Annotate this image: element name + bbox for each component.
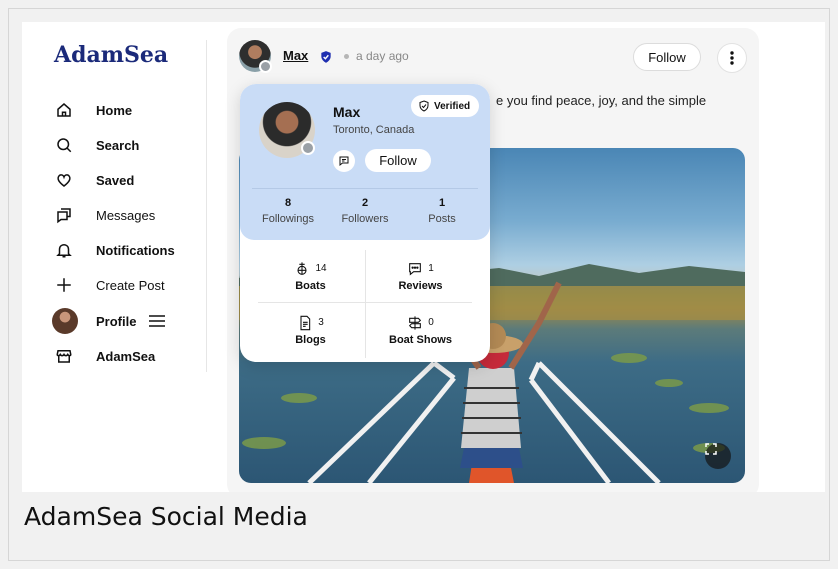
grid-label: Boat Shows	[389, 333, 452, 346]
verified-badge: Verified	[411, 95, 480, 117]
sidebar-item-label: Notifications	[96, 242, 175, 258]
stat-followings[interactable]: 8 Followings	[248, 197, 328, 225]
profile-follow-button[interactable]: Follow	[365, 149, 431, 172]
grid-label: Boats	[295, 279, 326, 292]
verified-shield-icon	[418, 100, 434, 112]
grid-count: 3	[318, 317, 324, 328]
sidebar-item-search[interactable]: Search	[52, 133, 139, 157]
post-timestamp: a day ago	[356, 49, 409, 63]
grid-boats[interactable]: 14 Boats	[256, 250, 365, 302]
verified-icon	[319, 49, 333, 63]
plus-icon	[52, 273, 76, 297]
post-text: e you find peace, joy, and the simple	[496, 93, 707, 108]
post-author-name[interactable]: Max	[283, 48, 308, 63]
sidebar-item-label: Profile	[96, 313, 137, 329]
stat-followers[interactable]: 2 Followers	[325, 197, 405, 225]
stat-label: Followings	[262, 213, 314, 225]
chat-icon	[338, 155, 350, 167]
more-options-button[interactable]	[717, 43, 747, 73]
more-vertical-icon	[730, 51, 734, 65]
grid-label: Reviews	[398, 279, 443, 292]
sidebar: AdamSea Home Search Saved Messages Notif…	[22, 22, 206, 492]
heart-icon	[52, 168, 76, 192]
stat-posts[interactable]: 1 Posts	[402, 197, 482, 225]
sidebar-item-notifications[interactable]: Notifications	[52, 238, 175, 262]
grid-boat-shows[interactable]: 0 Boat Shows	[366, 304, 475, 356]
grid-count: 14	[315, 263, 327, 274]
menu-icon[interactable]	[148, 314, 166, 328]
stat-label: Followers	[341, 213, 389, 225]
stat-label: Posts	[428, 213, 456, 225]
sidebar-item-label: Home	[96, 102, 133, 118]
image-caption: AdamSea Social Media	[24, 502, 308, 531]
profile-avatar[interactable]	[259, 102, 315, 158]
boat-show-icon	[407, 315, 423, 331]
message-button[interactable]	[333, 150, 355, 172]
sidebar-item-label: Create Post	[96, 277, 165, 293]
bell-icon	[52, 238, 76, 262]
blog-icon	[297, 315, 313, 331]
separator-dot	[344, 54, 349, 59]
sidebar-item-label: Messages	[96, 207, 156, 223]
messages-icon	[52, 203, 76, 227]
app-window: AdamSea Home Search Saved Messages Notif…	[22, 22, 825, 492]
sidebar-item-label: Saved	[96, 172, 135, 188]
status-dot	[301, 141, 315, 155]
grid-count: 1	[428, 263, 434, 274]
post-author-avatar[interactable]	[239, 40, 272, 73]
stat-value: 8	[284, 197, 292, 209]
home-icon	[52, 98, 76, 122]
expand-button[interactable]	[705, 443, 731, 469]
reviews-icon	[407, 261, 423, 277]
boat-icon	[294, 261, 310, 277]
grid-label: Blogs	[295, 333, 326, 346]
grid-blogs[interactable]: 3 Blogs	[256, 304, 365, 356]
logo[interactable]: AdamSea	[54, 42, 168, 68]
store-icon	[52, 344, 76, 368]
grid-divider-horizontal	[258, 302, 472, 303]
post-header: Max a day ago Follow	[239, 40, 749, 74]
grid-count: 0	[428, 317, 434, 328]
profile-card-header: Max Toronto, Canada Verified Follow 8 Fo…	[240, 84, 490, 240]
sidebar-item-saved[interactable]: Saved	[52, 168, 134, 192]
stat-value: 2	[361, 197, 369, 209]
grid-reviews[interactable]: 1 Reviews	[366, 250, 475, 302]
sidebar-item-home[interactable]: Home	[52, 98, 132, 122]
avatar	[52, 308, 78, 334]
sidebar-divider	[206, 40, 207, 372]
divider	[252, 188, 478, 189]
sidebar-item-label: Search	[96, 137, 140, 153]
profile-hover-card: Max Toronto, Canada Verified Follow 8 Fo…	[240, 84, 490, 362]
sidebar-item-profile[interactable]: Profile	[52, 308, 166, 334]
sidebar-item-adamsea[interactable]: AdamSea	[52, 344, 155, 368]
verified-label: Verified	[434, 100, 471, 112]
profile-name[interactable]: Max	[333, 104, 360, 120]
search-icon	[52, 133, 76, 157]
follow-button[interactable]: Follow	[633, 43, 701, 71]
sidebar-item-label: AdamSea	[96, 348, 156, 364]
stat-value: 1	[438, 197, 446, 209]
sidebar-item-create-post[interactable]: Create Post	[52, 273, 165, 297]
sidebar-item-messages[interactable]: Messages	[52, 203, 155, 227]
profile-location: Toronto, Canada	[333, 124, 415, 136]
status-dot	[259, 60, 272, 73]
